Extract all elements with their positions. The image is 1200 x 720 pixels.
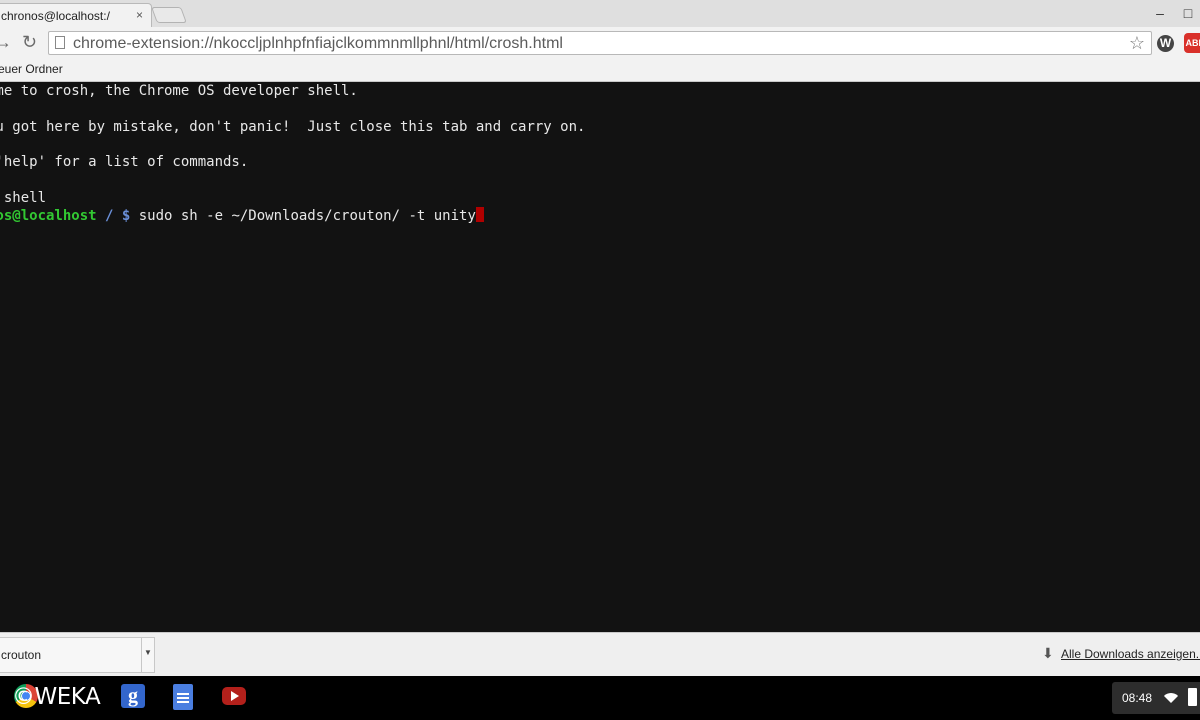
new-tab-button[interactable]	[151, 7, 187, 23]
browser-toolbar: → ↻ chrome-extension://nkoccljplnhpfnfia…	[0, 27, 1200, 59]
wifi-icon	[1164, 691, 1178, 705]
download-item[interactable]: crouton ▼	[0, 637, 155, 673]
download-menu-icon[interactable]: ▼	[141, 638, 154, 672]
docs-line	[177, 693, 189, 695]
download-shelf: crouton ▼ ⬇ Alle Downloads anzeigen...	[0, 632, 1200, 676]
terminal-command-line: nos@localhost / $ sudo sh -e ~/Downloads…	[0, 207, 484, 225]
adblock-extension-icon[interactable]: ABP	[1184, 33, 1200, 53]
show-all-downloads-link[interactable]: Alle Downloads anzeigen...	[1061, 647, 1200, 661]
docs-line	[177, 697, 189, 699]
forward-button[interactable]: →	[0, 32, 12, 53]
google-docs-icon[interactable]	[173, 684, 193, 710]
maximize-button[interactable]: □	[1178, 5, 1198, 21]
minimize-button[interactable]: –	[1150, 5, 1170, 21]
bookmark-folder[interactable]: euer Ordner	[0, 62, 63, 76]
terminal-line: ome to crosh, the Chrome OS developer sh…	[0, 83, 358, 99]
youtube-icon[interactable]	[222, 687, 246, 705]
terminal-line: 'help' for a list of commands.	[0, 154, 249, 170]
download-icon: ⬇	[1042, 645, 1054, 661]
tab-title: chronos@localhost:/	[1, 9, 110, 23]
battery-icon	[1188, 688, 1197, 706]
google-plus-icon[interactable]: g	[121, 684, 145, 708]
url-text[interactable]: chrome-extension://nkoccljplnhpfnfiajclk…	[73, 35, 563, 53]
address-bar[interactable]: chrome-extension://nkoccljplnhpfnfiajclk…	[48, 31, 1152, 55]
bookmarks-bar: euer Ordner	[0, 59, 1200, 82]
status-tray[interactable]: 08:48	[1112, 682, 1200, 714]
terminal-line: > shell	[3, 190, 47, 206]
prompt-user: nos@localhost	[0, 208, 97, 224]
download-name: crouton	[1, 648, 42, 662]
terminal-area[interactable]: ome to crosh, the Chrome OS developer sh…	[0, 82, 1200, 632]
taskbar: ©WEKA g 08:48	[0, 676, 1200, 720]
command-text: sudo sh -e ~/Downloads/crouton/ -t unity	[130, 208, 476, 224]
tab-crosh[interactable]: chronos@localhost:/ ×	[0, 3, 152, 27]
reload-button[interactable]: ↻	[22, 32, 37, 53]
bookmark-star-icon[interactable]: ☆	[1129, 33, 1145, 54]
tab-close-icon[interactable]: ×	[136, 8, 143, 22]
terminal-cursor	[475, 207, 484, 222]
wordpress-extension-icon[interactable]: W	[1157, 35, 1174, 52]
prompt-path: / $	[96, 208, 131, 224]
watermark: ©WEKA	[12, 684, 101, 710]
docs-line	[177, 701, 189, 703]
clock: 08:48	[1122, 691, 1153, 705]
page-icon	[55, 36, 65, 49]
terminal-line: ou got here by mistake, don't panic! Jus…	[0, 119, 586, 135]
tab-strip: chronos@localhost:/ × – □	[0, 0, 1200, 27]
